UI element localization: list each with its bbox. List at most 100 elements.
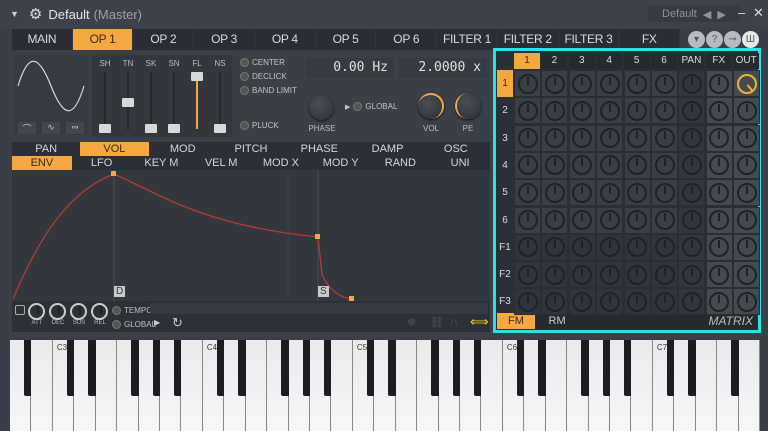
slider-sn[interactable]: SN <box>163 55 185 137</box>
sustain-marker[interactable]: S <box>318 286 329 297</box>
matrix-cell[interactable] <box>541 151 569 179</box>
matrix-cell[interactable] <box>596 151 624 179</box>
envelope-point[interactable] <box>111 171 116 176</box>
matrix-knob[interactable] <box>517 155 538 176</box>
slider-handle[interactable] <box>191 72 203 81</box>
matrix-knob[interactable] <box>572 128 593 149</box>
matrix-knob[interactable] <box>654 155 675 176</box>
wave-shape-2-icon[interactable]: ∿ <box>42 122 60 134</box>
matrix-cell[interactable] <box>678 261 706 289</box>
pe-knob[interactable] <box>455 93 481 119</box>
matrix-knob[interactable] <box>544 182 565 203</box>
matrix-cell[interactable] <box>705 151 733 179</box>
matrix-cell[interactable] <box>733 179 761 207</box>
matrix-knob[interactable] <box>709 237 730 258</box>
tab-op6[interactable]: OP 6 <box>376 29 438 50</box>
matrix-knob[interactable] <box>627 155 648 176</box>
tempo-toggle[interactable]: TEMPO <box>112 306 152 315</box>
vol-knob[interactable] <box>418 93 444 119</box>
matrix-knob[interactable] <box>517 210 538 230</box>
matrix-knob[interactable] <box>544 100 565 121</box>
subtab-mod-x[interactable]: MOD X <box>251 156 311 170</box>
white-key[interactable] <box>181 340 203 431</box>
matrix-cell[interactable] <box>596 97 624 125</box>
matrix-knob[interactable] <box>517 237 538 258</box>
matrix-cell[interactable] <box>733 124 761 152</box>
matrix-knob[interactable] <box>599 291 620 312</box>
matrix-cell[interactable] <box>596 179 624 207</box>
matrix-cell[interactable] <box>514 97 541 125</box>
matrix-knob[interactable] <box>572 155 593 176</box>
tab-filter1[interactable]: FILTER 1 <box>437 29 498 50</box>
matrix-cell[interactable] <box>705 97 733 125</box>
matrix-cell[interactable] <box>568 97 596 125</box>
matrix-knob[interactable] <box>681 100 702 121</box>
matrix-knob[interactable] <box>572 182 593 203</box>
option-declick[interactable]: DECLICK <box>240 72 287 81</box>
knob-dec[interactable]: DEC <box>49 303 67 326</box>
option-band-limit[interactable]: BAND LIMIT <box>240 86 297 95</box>
matrix-knob[interactable] <box>709 128 730 149</box>
envelope-point[interactable] <box>315 234 320 239</box>
matrix-cell[interactable] <box>596 124 624 152</box>
decay-marker[interactable]: D <box>114 286 126 297</box>
matrix-cell[interactable] <box>568 124 596 152</box>
matrix-knob[interactable] <box>627 264 648 285</box>
matrix-knob[interactable] <box>517 291 538 312</box>
option-pluck[interactable]: PLUCK <box>240 121 279 130</box>
matrix-cell[interactable] <box>541 288 569 316</box>
magnet-icon[interactable]: ∩ <box>450 316 458 328</box>
tab-main[interactable]: MAIN <box>12 29 73 50</box>
matrix-knob[interactable] <box>599 73 620 94</box>
subtab-osc[interactable]: OSC <box>422 142 490 156</box>
matrix-knob[interactable] <box>572 73 593 94</box>
matrix-knob[interactable] <box>599 100 620 121</box>
matrix-cell[interactable] <box>514 151 541 179</box>
matrix-knob[interactable] <box>517 264 538 285</box>
preset-selector[interactable]: Default ◀ ▶ <box>648 6 740 22</box>
tab-op4[interactable]: OP 4 <box>255 29 316 50</box>
matrix-knob[interactable] <box>736 237 757 258</box>
matrix-cell[interactable] <box>514 206 541 234</box>
matrix-cell[interactable] <box>568 261 596 289</box>
matrix-knob[interactable] <box>709 291 730 312</box>
matrix-knob[interactable] <box>544 73 565 94</box>
matrix-knob[interactable] <box>517 128 538 149</box>
matrix-knob[interactable] <box>544 128 565 149</box>
matrix-cell[interactable] <box>678 233 706 261</box>
close-icon[interactable]: ✕ <box>753 5 764 21</box>
white-key[interactable] <box>631 340 653 431</box>
matrix-cell[interactable] <box>651 151 678 179</box>
matrix-knob[interactable] <box>627 128 648 149</box>
matrix-knob[interactable] <box>736 291 757 312</box>
help-icon[interactable]: ? <box>706 31 723 48</box>
matrix-cell[interactable] <box>514 233 541 261</box>
matrix-knob[interactable] <box>517 182 538 203</box>
matrix-knob[interactable] <box>709 264 730 285</box>
matrix-cell[interactable] <box>678 206 706 234</box>
matrix-cell[interactable] <box>568 151 596 179</box>
matrix-cell[interactable] <box>678 70 706 97</box>
subtab-env[interactable]: ENV <box>12 156 72 170</box>
matrix-cell[interactable] <box>733 233 761 261</box>
white-key[interactable] <box>695 340 718 431</box>
matrix-knob[interactable] <box>627 182 648 203</box>
subtab-lfo[interactable]: LFO <box>72 156 132 170</box>
snowflake-icon[interactable]: ❄ <box>407 316 416 329</box>
minimize-icon[interactable]: – <box>738 5 745 20</box>
subtab-pan[interactable]: PAN <box>12 142 80 156</box>
matrix-cell[interactable] <box>651 206 678 234</box>
matrix-cell[interactable] <box>568 288 596 316</box>
tab-filter3[interactable]: FILTER 3 <box>559 29 620 50</box>
matrix-knob[interactable] <box>572 291 593 312</box>
matrix-knob[interactable] <box>654 291 675 312</box>
white-key[interactable] <box>245 340 268 431</box>
matrix-cell[interactable] <box>733 261 761 289</box>
matrix-knob[interactable] <box>572 100 593 121</box>
matrix-knob[interactable] <box>544 155 565 176</box>
matrix-cell[interactable] <box>541 97 569 125</box>
matrix-knob[interactable] <box>654 100 675 121</box>
matrix-knob[interactable] <box>599 182 620 203</box>
tab-filter2[interactable]: FILTER 2 <box>498 29 559 50</box>
rm-tab[interactable]: RM <box>538 313 576 329</box>
